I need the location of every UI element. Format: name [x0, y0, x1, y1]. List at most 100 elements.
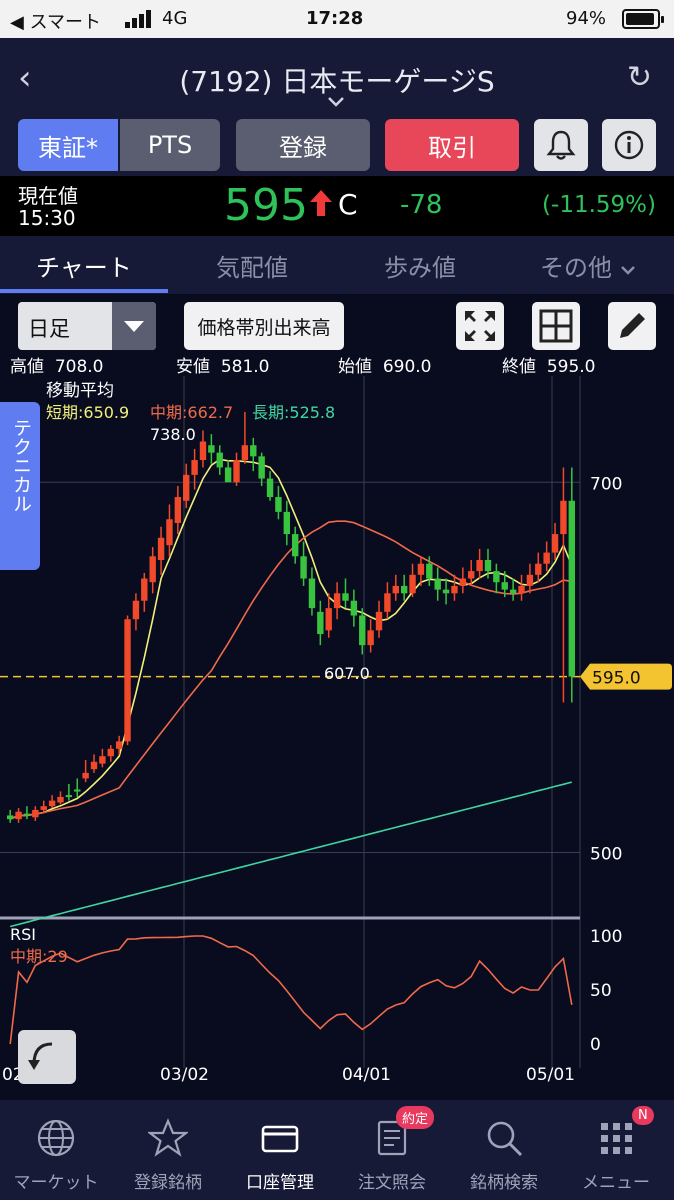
candle-body: [526, 574, 534, 586]
nav-market[interactable]: マーケット: [0, 1100, 112, 1200]
technical-drawer-tab[interactable]: テクニカル: [0, 402, 40, 570]
nav-search[interactable]: 銘柄検索: [448, 1100, 560, 1200]
price-change-percent: (-11.59%): [542, 192, 656, 218]
candle-body: [99, 756, 106, 764]
candle-body: [300, 556, 307, 579]
nav-watchlist[interactable]: 登録銘柄: [112, 1100, 224, 1200]
candle-body: [417, 563, 425, 575]
low-label: 安値: [176, 357, 210, 377]
candle-body: [15, 811, 22, 820]
tab-other[interactable]: その他: [540, 248, 636, 283]
y-tick-label: 500: [590, 844, 622, 864]
active-tab-indicator: [0, 289, 168, 293]
app-header: ‹ (7192) 日本モーゲージS ↻: [0, 38, 674, 114]
candle-body: [233, 460, 240, 483]
max-annotation: 738.0: [150, 425, 196, 444]
signal-icon: [125, 10, 155, 28]
nav-market-label: マーケット: [13, 1173, 99, 1193]
info-button[interactable]: [602, 119, 656, 171]
chevron-down-icon[interactable]: [327, 96, 345, 108]
star-icon: [148, 1118, 188, 1157]
nav-menu[interactable]: N メニュー: [560, 1100, 672, 1200]
register-button[interactable]: 登録: [236, 119, 370, 171]
market-tosho-button[interactable]: 東証*: [18, 119, 118, 171]
candle-body: [90, 761, 98, 770]
rsi-line: [9, 935, 573, 1045]
price-change: -78: [400, 190, 443, 220]
high-number: 708.0: [54, 357, 104, 377]
price-time: 15:30: [18, 206, 76, 230]
ma-mid-value: 中期:662.7: [150, 403, 233, 422]
candle-body: [183, 474, 190, 501]
candle-body: [325, 608, 332, 631]
tab-other-label: その他: [540, 254, 612, 282]
refresh-icon[interactable]: ↻: [627, 60, 652, 95]
network-type: 4G: [162, 8, 188, 29]
candle-body: [216, 452, 223, 468]
candle-body: [48, 800, 56, 807]
candle-body: [258, 456, 265, 479]
page-title[interactable]: (7192) 日本モーゲージS: [0, 60, 674, 100]
close-number: 595.0: [546, 357, 596, 377]
menu-grid-icon: [601, 1123, 632, 1154]
candle-body: [250, 445, 257, 457]
alert-button[interactable]: [534, 119, 588, 171]
trade-button[interactable]: 取引: [385, 119, 519, 171]
nav-orders[interactable]: 約定 注文照会: [336, 1100, 448, 1200]
rotate-icon: [28, 1042, 53, 1070]
candle-body: [543, 552, 550, 564]
candle-body: [442, 589, 450, 594]
candle-body: [359, 615, 366, 646]
candle-body: [501, 582, 508, 590]
candle-body: [308, 578, 316, 609]
toolbar: 東証* PTS 登録 取引: [0, 114, 674, 176]
candle-body: [333, 593, 341, 609]
x-tick-label: 03/02: [160, 1065, 209, 1085]
nav-account[interactable]: 口座管理: [224, 1100, 336, 1200]
moving-average-lines: [9, 458, 573, 928]
close-value: 終値 595.0: [502, 352, 595, 377]
current-price-tag-label: 595.0: [592, 669, 641, 689]
search-icon: [487, 1121, 523, 1157]
market-pts-button[interactable]: PTS: [120, 119, 220, 171]
candle-body: [224, 467, 232, 483]
candle-body: [484, 560, 492, 572]
rsi-tick-label: 100: [590, 927, 622, 947]
tab-bar: チャート 気配値 歩み値 その他: [0, 236, 674, 294]
candle-body: [40, 806, 47, 810]
chevron-down-icon: [620, 266, 635, 275]
ma-title: 移動平均: [46, 381, 114, 401]
current-price-label: 現在値: [18, 184, 78, 208]
bell-icon: [546, 130, 576, 160]
back-to-app-link[interactable]: ◀ スマート: [10, 8, 101, 34]
open-label: 始値: [338, 357, 372, 377]
rotate-button[interactable]: [18, 1030, 76, 1084]
tab-ticks[interactable]: 歩み値: [384, 248, 456, 283]
status-bar: ◀ スマート 4G 17:28 94%: [0, 0, 674, 38]
fullscreen-button[interactable]: [456, 302, 504, 350]
layout-button[interactable]: [532, 302, 580, 350]
menu-badge: N: [632, 1106, 654, 1125]
candle-body: [166, 519, 173, 546]
low-number: 581.0: [220, 357, 270, 377]
tab-chart[interactable]: チャート: [36, 248, 132, 283]
candle-body: [535, 563, 542, 575]
tab-quotes[interactable]: 気配値: [216, 248, 288, 283]
nav-menu-label: メニュー: [582, 1173, 650, 1193]
nav-search-label: 銘柄検索: [470, 1173, 538, 1193]
candlesticks: [6, 411, 576, 823]
candle-body: [57, 796, 64, 803]
expand-icon: [465, 311, 495, 341]
clock: 17:28: [306, 8, 364, 29]
volume-profile-button[interactable]: 価格帯別出来高: [184, 302, 344, 350]
rsi-mid-value: 中期:29: [10, 947, 68, 966]
card-icon: [261, 1125, 299, 1153]
candle-body: [266, 478, 274, 498]
price-chart[interactable]: 100500 700500595.002 03/02 04/01 05/01 移動平均…: [0, 376, 674, 1100]
battery-icon: [622, 9, 664, 29]
current-price: 595: [224, 180, 308, 231]
period-select[interactable]: 日足: [18, 302, 156, 350]
high-label: 高値: [10, 357, 44, 377]
rsi-panel: 100 50 0: [9, 927, 622, 1055]
draw-button[interactable]: [608, 302, 656, 350]
